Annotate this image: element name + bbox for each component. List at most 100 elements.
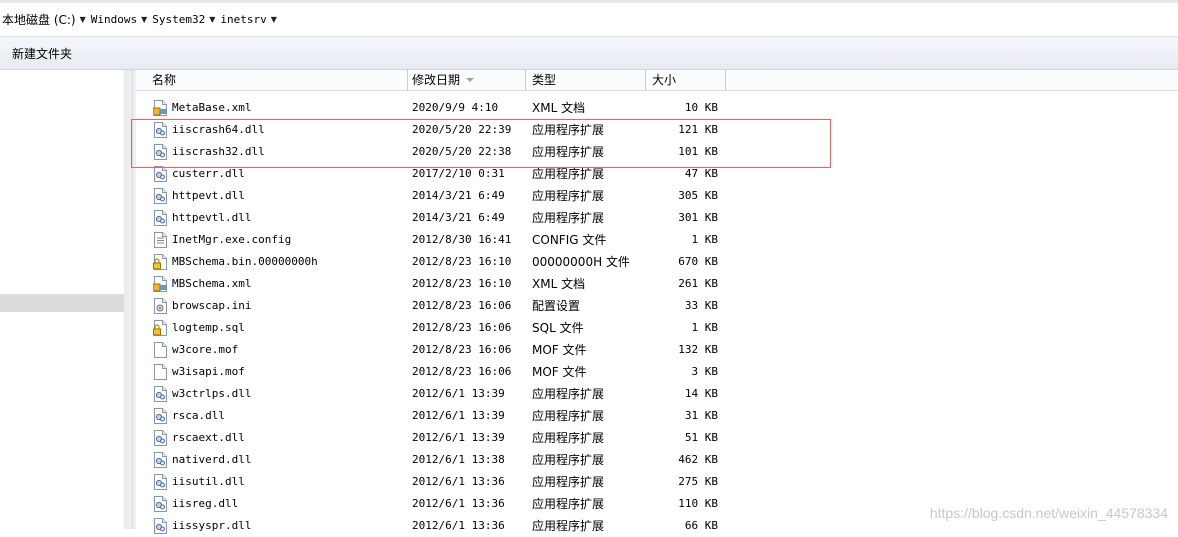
file-modified-date: 2012/8/23 16:06 <box>412 365 512 378</box>
breadcrumb-windows[interactable]: Windows <box>91 13 137 26</box>
chevron-down-icon[interactable]: ▼ <box>141 15 147 24</box>
file-name: iiscrash32.dll <box>172 145 265 158</box>
dll-file-icon <box>153 452 168 468</box>
file-row[interactable]: nativerd.dll 2012/6/1 13:38 应用程序扩展 462 KB <box>136 449 836 471</box>
file-size: 3 KB <box>691 365 719 378</box>
file-modified-date: 2012/6/1 13:39 <box>412 387 505 400</box>
file-row[interactable]: httpevt.dll 2014/3/21 6:49 应用程序扩展 305 KB <box>136 185 836 207</box>
file-modified-date: 2020/5/20 22:39 <box>412 123 512 136</box>
locked-file-icon <box>153 254 168 270</box>
file-name: MetaBase.xml <box>172 101 252 114</box>
file-size: 31 KB <box>684 409 718 422</box>
file-name: InetMgr.exe.config <box>172 233 292 246</box>
blank-file-icon <box>153 364 168 380</box>
file-modified-date: 2012/6/1 13:38 <box>412 453 505 466</box>
file-row[interactable]: iissyspr.dll 2012/6/1 13:36 应用程序扩展 66 KB <box>136 515 836 537</box>
breadcrumb-system32[interactable]: System32 <box>152 13 205 26</box>
file-row[interactable]: logtemp.sql 2012/8/23 16:06 SQL 文件 1 KB <box>136 317 836 339</box>
file-type: SQL 文件 <box>532 321 584 335</box>
file-row[interactable]: iisreg.dll 2012/6/1 13:36 应用程序扩展 110 KB <box>136 493 836 515</box>
file-type: 应用程序扩展 <box>532 167 605 181</box>
file-size: 275 KB <box>678 475 718 488</box>
file-name: MBSchema.xml <box>172 277 252 290</box>
chevron-down-icon[interactable]: ▼ <box>271 15 277 24</box>
command-bar: 新建文件夹 <box>0 37 1178 70</box>
config-file-icon <box>153 232 168 248</box>
file-row[interactable]: browscap.ini 2012/8/23 16:06 配置设置 33 KB <box>136 295 836 317</box>
new-folder-button[interactable]: 新建文件夹 <box>12 45 72 62</box>
file-type: 应用程序扩展 <box>532 123 605 137</box>
file-type: 应用程序扩展 <box>532 453 605 467</box>
file-type: 应用程序扩展 <box>532 431 605 445</box>
file-row[interactable]: MBSchema.bin.00000000h 2012/8/23 16:10 000… <box>136 251 836 273</box>
file-type: 应用程序扩展 <box>532 145 605 159</box>
file-row[interactable]: iiscrash32.dll 2020/5/20 22:38 应用程序扩展 101 K… <box>136 141 836 163</box>
file-size: 1 KB <box>691 321 719 334</box>
dll-file-icon <box>153 210 168 226</box>
file-row[interactable]: MBSchema.xml 2012/8/23 16:10 XML 文档 261 KB <box>136 273 836 295</box>
file-type: CONFIG 文件 <box>532 233 607 247</box>
file-row[interactable]: iiscrash64.dll 2020/5/20 22:39 应用程序扩展 121 K… <box>136 119 836 141</box>
file-type: 应用程序扩展 <box>532 519 605 533</box>
file-size: 261 KB <box>678 277 718 290</box>
file-row[interactable]: w3core.mof 2012/8/23 16:06 MOF 文件 132 KB <box>136 339 836 361</box>
file-size: 47 KB <box>684 167 718 180</box>
column-header-date[interactable]: 修改日期 <box>408 70 526 90</box>
file-type: 配置设置 <box>532 299 581 313</box>
column-header: 名称 修改日期 类型 大小 <box>136 70 1178 91</box>
window-top-edge <box>0 0 1178 3</box>
file-list: MetaBase.xml 2020/9/9 4:10 XML 文档 10 KB iisc… <box>136 97 836 537</box>
file-type: MOF 文件 <box>532 343 587 357</box>
file-name: httpevtl.dll <box>172 211 252 224</box>
file-size: 670 KB <box>678 255 718 268</box>
navigation-pane <box>0 70 133 529</box>
file-modified-date: 2012/8/30 16:41 <box>412 233 512 246</box>
file-row[interactable]: rsca.dll 2012/6/1 13:39 应用程序扩展 31 KB <box>136 405 836 427</box>
dll-file-icon <box>153 122 168 138</box>
file-type: MOF 文件 <box>532 365 587 379</box>
file-size: 33 KB <box>684 299 718 312</box>
file-row[interactable]: httpevtl.dll 2014/3/21 6:49 应用程序扩展 301 KB <box>136 207 836 229</box>
sort-down-icon <box>466 78 474 82</box>
file-row[interactable]: iisutil.dll 2012/6/1 13:36 应用程序扩展 275 KB <box>136 471 836 493</box>
address-bar[interactable]: 本地磁盘 (C:) ▼ Windows ▼ System32 ▼ inetsrv… <box>0 0 1178 37</box>
file-size: 301 KB <box>678 211 718 224</box>
xml-file-icon <box>152 100 168 116</box>
file-row[interactable]: custerr.dll 2017/2/10 0:31 应用程序扩展 47 KB <box>136 163 836 185</box>
nav-selected-item[interactable] <box>0 294 132 312</box>
nav-scrollbar[interactable] <box>124 70 132 529</box>
column-header-size[interactable]: 大小 <box>646 70 726 90</box>
column-header-type[interactable]: 类型 <box>526 70 646 90</box>
file-name: iiscrash64.dll <box>172 123 265 136</box>
chevron-down-icon[interactable]: ▼ <box>209 15 215 24</box>
xml-file-icon <box>152 276 168 292</box>
file-modified-date: 2012/8/23 16:10 <box>412 255 512 268</box>
file-name: logtemp.sql <box>172 321 245 334</box>
file-name: rsca.dll <box>172 409 225 422</box>
file-size: 1 KB <box>691 233 719 246</box>
file-row[interactable]: w3isapi.mof 2012/8/23 16:06 MOF 文件 3 KB <box>136 361 836 383</box>
file-type: 应用程序扩展 <box>532 475 605 489</box>
file-name: w3isapi.mof <box>172 365 245 378</box>
column-header-name[interactable]: 名称 <box>136 70 408 90</box>
file-modified-date: 2012/8/23 16:06 <box>412 343 512 356</box>
breadcrumb: 本地磁盘 (C:) ▼ Windows ▼ System32 ▼ inetsrv… <box>2 11 282 27</box>
file-modified-date: 2012/6/1 13:39 <box>412 431 505 444</box>
file-modified-date: 2020/5/20 22:38 <box>412 145 512 158</box>
breadcrumb-local-disk[interactable]: 本地磁盘 (C:) <box>2 11 76 28</box>
file-row[interactable]: InetMgr.exe.config 2012/8/30 16:41 CONFIG … <box>136 229 836 251</box>
file-size: 51 KB <box>684 431 718 444</box>
file-row[interactable]: w3ctrlps.dll 2012/6/1 13:39 应用程序扩展 14 KB <box>136 383 836 405</box>
file-name: browscap.ini <box>172 299 252 312</box>
file-size: 10 KB <box>684 101 718 114</box>
file-type: 应用程序扩展 <box>532 387 605 401</box>
file-modified-date: 2014/3/21 6:49 <box>412 211 505 224</box>
file-row[interactable]: rscaext.dll 2012/6/1 13:39 应用程序扩展 51 KB <box>136 427 836 449</box>
file-modified-date: 2020/9/9 4:10 <box>412 101 499 114</box>
file-row[interactable]: MetaBase.xml 2020/9/9 4:10 XML 文档 10 KB <box>136 97 836 119</box>
file-name: iisreg.dll <box>172 497 239 510</box>
breadcrumb-inetsrv[interactable]: inetsrv <box>220 13 266 26</box>
chevron-down-icon[interactable]: ▼ <box>80 15 86 24</box>
locked-file-icon <box>153 320 168 336</box>
file-name: w3ctrlps.dll <box>172 387 252 400</box>
